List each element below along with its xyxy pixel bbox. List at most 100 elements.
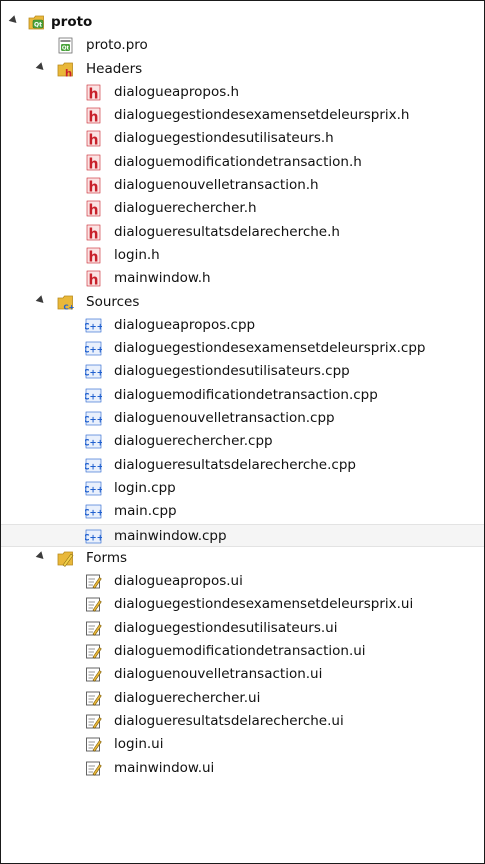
form-file-item[interactable]: dialoguegestiondesexamensetdeleursprix.u… — [1, 593, 484, 616]
header-file-item[interactable]: h dialogueresultatsdelarecherche.h — [1, 221, 484, 244]
header-file-icon: h — [85, 224, 102, 242]
expand-arrow-icon[interactable] — [35, 294, 47, 306]
file-label: dialoguenouvelletransaction.h — [114, 177, 319, 194]
file-label: login.h — [114, 246, 160, 263]
header-file-icon: h — [85, 177, 102, 196]
header-file-item[interactable]: h dialoguegestiondesexamensetdeleursprix… — [1, 104, 484, 127]
form-file-item[interactable]: dialogueapropos.ui — [1, 570, 484, 593]
form-file-item[interactable]: dialoguemodificationdetransaction.ui — [1, 640, 484, 663]
ui-form-file-icon — [85, 643, 102, 660]
svg-text:C++: C++ — [85, 322, 102, 332]
file-label: dialogueresultatsdelarecherche.h — [114, 223, 340, 240]
ui-form-file-icon — [85, 690, 102, 707]
source-file-item[interactable]: C++ dialoguerechercher.cpp — [1, 430, 484, 453]
tree-node-headers[interactable]: h Headers — [1, 58, 484, 81]
header-file-item[interactable]: h dialoguerechercher.h — [1, 197, 484, 220]
svg-text:h: h — [89, 226, 99, 241]
file-label: main.cpp — [114, 503, 177, 520]
svg-text:C++: C++ — [85, 485, 102, 495]
cpp-file-icon: C++ — [83, 480, 104, 497]
header-file-item[interactable]: h mainwindow.h — [1, 267, 484, 290]
expand-arrow-icon[interactable] — [35, 61, 47, 73]
source-file-item[interactable]: C++ login.cpp — [1, 477, 484, 500]
header-file-icon: h — [85, 107, 102, 126]
svg-text:C++: C++ — [85, 509, 102, 519]
file-label: dialoguegestiondesexamensetdeleursprix.u… — [114, 596, 414, 613]
cpp-file-icon: C++ — [83, 317, 104, 334]
file-label: dialoguemodificationdetransaction.h — [114, 153, 362, 170]
form-file-item[interactable]: mainwindow.ui — [1, 757, 484, 780]
pro-file-label: proto.pro — [86, 37, 148, 54]
form-file-item[interactable]: dialoguerechercher.ui — [1, 687, 484, 710]
file-label: mainwindow.h — [114, 270, 211, 287]
file-label: dialogueapropos.h — [114, 83, 240, 100]
file-label: dialogueresultatsdelarecherche.cpp — [114, 456, 356, 473]
sources-folder-icon: C+ — [57, 294, 75, 311]
svg-text:h: h — [89, 156, 99, 171]
svg-text:h: h — [65, 68, 72, 78]
cpp-file-icon: C++ — [83, 387, 104, 404]
source-file-item[interactable]: C++ dialoguemodificationdetransaction.cp… — [1, 384, 484, 407]
file-label: dialoguenouvelletransaction.cpp — [114, 410, 335, 427]
ui-form-file-icon — [85, 666, 102, 683]
file-label: dialoguemodificationdetransaction.ui — [114, 643, 366, 660]
header-file-item[interactable]: h dialoguemodificationdetransaction.h — [1, 151, 484, 174]
headers-folder-label: Headers — [86, 60, 143, 77]
selected-file-item[interactable]: C++ mainwindow.cpp — [1, 523, 484, 547]
source-file-item[interactable]: C++ main.cpp — [1, 500, 484, 523]
cpp-file-icon: C++ — [83, 363, 104, 380]
cpp-file-icon: C++ — [83, 340, 104, 357]
ui-form-file-icon — [85, 760, 102, 777]
svg-text:C++: C++ — [85, 369, 102, 379]
header-file-item[interactable]: h dialoguegestiondesutilisateurs.h — [1, 127, 484, 150]
svg-text:Qt: Qt — [62, 46, 70, 52]
svg-text:C++: C++ — [85, 392, 102, 402]
file-label: mainwindow.cpp — [114, 527, 227, 544]
form-file-item[interactable]: dialoguegestiondesutilisateurs.ui — [1, 617, 484, 640]
form-file-item[interactable]: dialogueresultatsdelarecherche.ui — [1, 710, 484, 733]
file-label: dialoguegestiondesutilisateurs.h — [114, 130, 334, 147]
headers-folder-icon: h — [57, 61, 74, 79]
project-tree-panel: Qt proto Qt proto.pro h Headers h dialog… — [0, 0, 485, 864]
header-file-item[interactable]: h dialogueapropos.h — [1, 81, 484, 104]
svg-text:C+: C+ — [63, 303, 74, 311]
header-file-item[interactable]: h login.h — [1, 244, 484, 267]
expand-arrow-icon[interactable] — [35, 551, 47, 562]
form-file-item[interactable]: dialoguenouvelletransaction.ui — [1, 663, 484, 686]
project-name-label: proto — [51, 14, 93, 30]
header-file-icon: h — [85, 200, 102, 219]
source-file-item[interactable]: C++ dialoguenouvelletransaction.cpp — [1, 407, 484, 430]
file-label: dialogueresultatsdelarecherche.ui — [114, 712, 344, 729]
tree-node-forms[interactable]: Forms — [1, 547, 484, 570]
source-file-item[interactable]: C++ dialoguegestiondesutilisateurs.cpp — [1, 360, 484, 383]
svg-text:h: h — [89, 249, 99, 264]
file-label: dialoguenouvelletransaction.ui — [114, 666, 323, 683]
svg-text:h: h — [89, 273, 99, 288]
svg-text:C++: C++ — [85, 533, 102, 543]
file-label: dialoguegestiondesexamensetdeleursprix.c… — [114, 340, 426, 357]
header-file-item[interactable]: h dialoguenouvelletransaction.h — [1, 174, 484, 197]
header-file-icon: h — [85, 247, 102, 265]
cpp-file-icon: C++ — [83, 433, 104, 450]
project-tree: Qt proto Qt proto.pro h Headers h dialog… — [1, 11, 484, 780]
file-label: dialoguerechercher.cpp — [114, 433, 273, 450]
sources-folder-label: Sources — [86, 293, 140, 310]
forms-folder-icon — [57, 550, 74, 567]
header-file-icon: h — [85, 84, 102, 102]
tree-node-sources[interactable]: C+ Sources — [1, 291, 484, 314]
source-file-item[interactable]: C++ dialogueresultatsdelarecherche.cpp — [1, 454, 484, 477]
ui-form-file-icon — [85, 620, 102, 637]
tree-node-pro-file[interactable]: Qt proto.pro — [1, 34, 484, 57]
file-label: mainwindow.ui — [114, 759, 215, 776]
svg-text:C++: C++ — [85, 346, 102, 356]
file-label: login.ui — [114, 736, 164, 753]
expand-arrow-icon[interactable] — [8, 15, 20, 26]
source-file-item[interactable]: C++ dialoguegestiondesexamensetdeleurspr… — [1, 337, 484, 360]
tree-node-project[interactable]: Qt proto — [1, 11, 484, 34]
form-file-item[interactable]: login.ui — [1, 733, 484, 756]
source-file-item[interactable]: C++ dialogueapropos.cpp — [1, 314, 484, 337]
file-label: dialoguerechercher.ui — [114, 689, 261, 706]
ui-form-file-icon — [85, 596, 102, 613]
svg-text:C++: C++ — [85, 462, 102, 472]
forms-folder-label: Forms — [86, 549, 128, 566]
